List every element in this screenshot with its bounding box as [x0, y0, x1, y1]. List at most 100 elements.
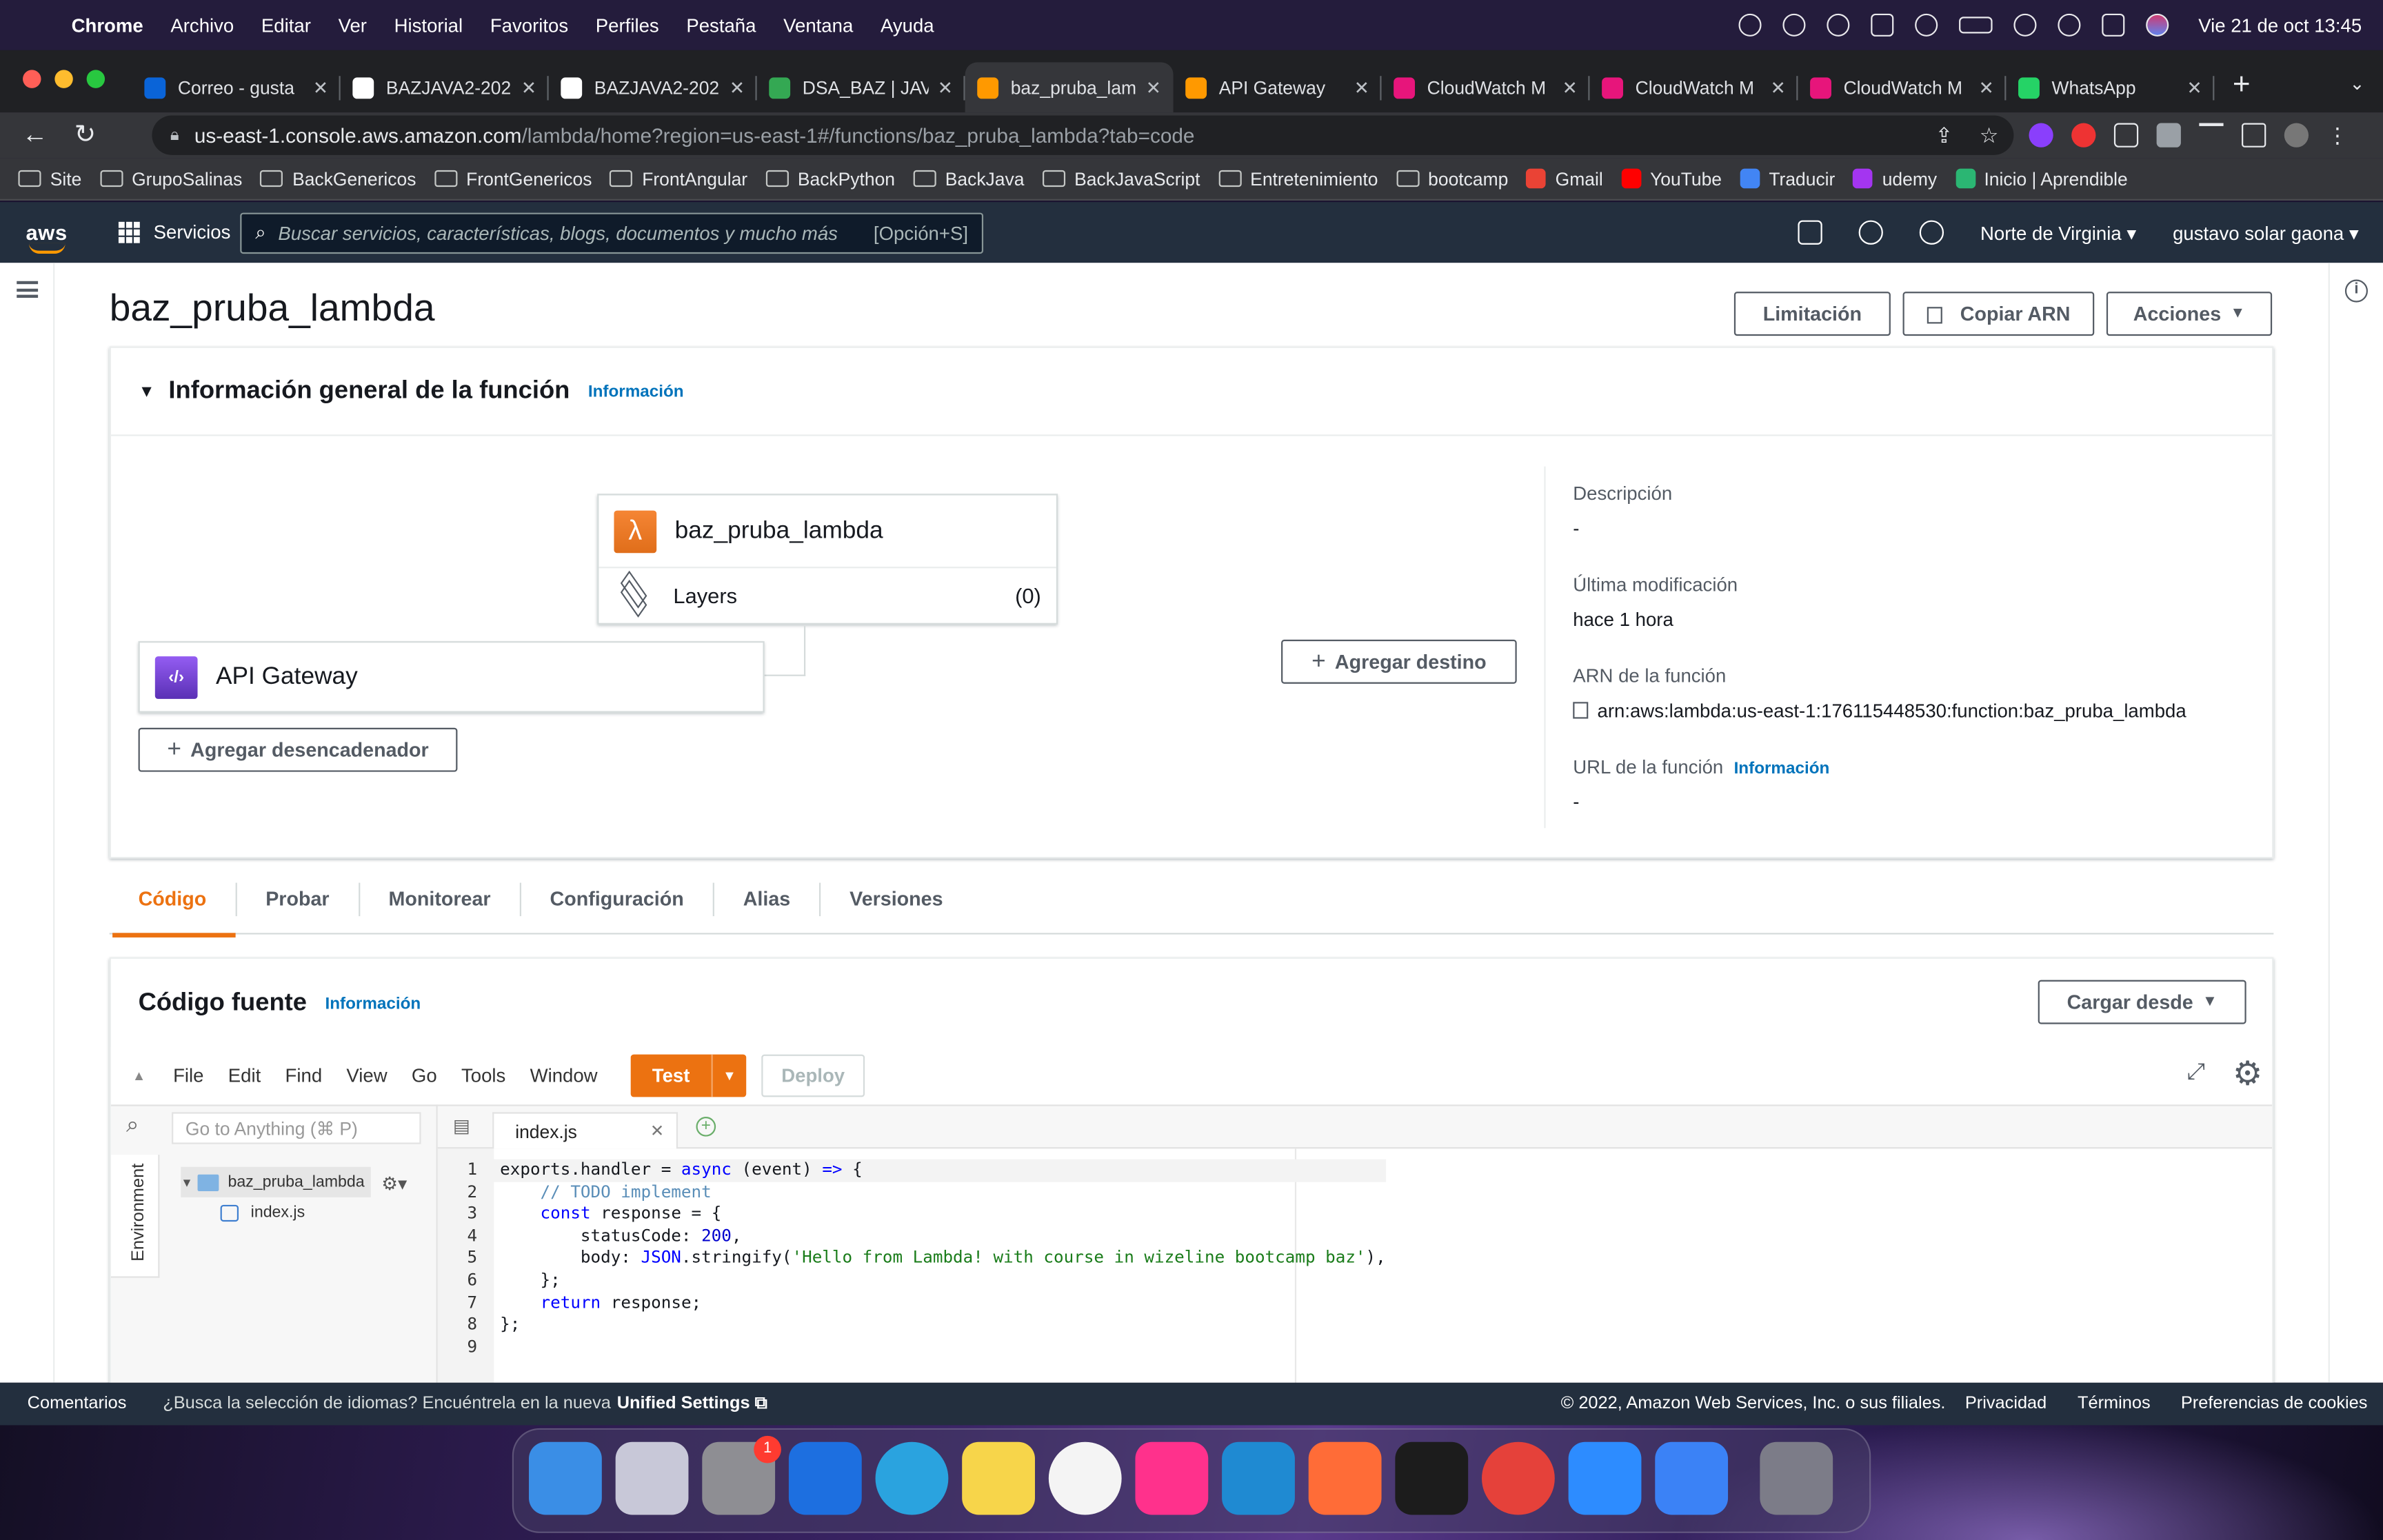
intellij-icon[interactable]	[1135, 1441, 1209, 1515]
close-tab-icon[interactable]: ✕	[650, 1122, 664, 1141]
test-dropdown-caret-icon[interactable]: ▼	[713, 1068, 746, 1083]
go-to-anything-input[interactable]: Go to Anything (⌘ P)	[172, 1112, 421, 1144]
ide-settings-gear-icon[interactable]: ⚙	[2233, 1055, 2262, 1094]
copy-arn-icon[interactable]	[1573, 702, 1589, 719]
aws-search-input[interactable]: ⌕ Buscar servicios, características, blo…	[240, 212, 984, 254]
notes-icon[interactable]	[962, 1441, 1035, 1515]
system-preferences-icon[interactable]: 1	[702, 1435, 781, 1515]
extensions-puzzle-icon[interactable]	[2156, 123, 2181, 148]
aws-logo[interactable]: aws	[26, 221, 71, 254]
code-source-info-link[interactable]: Información	[325, 995, 421, 1013]
zoom-window-button[interactable]	[86, 70, 105, 88]
ide-menu-go[interactable]: Go	[412, 1065, 437, 1086]
wifi-icon[interactable]	[2013, 13, 2036, 37]
menu-editar[interactable]: Editar	[261, 14, 311, 36]
siri-icon[interactable]	[2145, 13, 2169, 37]
vscode-icon[interactable]	[1222, 1441, 1295, 1515]
bookmark-item[interactable]: Site	[18, 168, 81, 189]
code-line[interactable]: 5 body: JSON.stringify('Hello from Lambd…	[438, 1248, 1385, 1270]
close-tab-icon[interactable]: ✕	[1562, 77, 1578, 98]
bookmark-item[interactable]: udemy	[1853, 168, 1937, 189]
extension-red-icon[interactable]	[2071, 123, 2096, 148]
vpn-status-icon[interactable]	[1782, 13, 1805, 37]
mongodb-compass-icon[interactable]	[1048, 1441, 1122, 1515]
extension-window-icon[interactable]	[2113, 123, 2139, 148]
bookmark-item[interactable]: BackJavaScript	[1042, 168, 1200, 189]
tab-probar[interactable]: Probar	[237, 882, 360, 915]
account-menu[interactable]: gustavo solar gaona ▾	[2173, 221, 2359, 244]
address-bar[interactable]: 🔒︎ us-east-1.console.aws.amazon.com/lamb…	[152, 115, 2014, 155]
browser-tab[interactable]: WhatsApp ✕	[2006, 62, 2215, 112]
tab-configuracion[interactable]: Configuración	[521, 882, 714, 915]
extension-purple-icon[interactable]	[2029, 123, 2053, 148]
browser-tab[interactable]: API Gateway ✕	[1174, 62, 1382, 112]
menu-chrome[interactable]: Chrome	[72, 14, 143, 36]
ide-menu-window[interactable]: Window	[530, 1065, 598, 1086]
tree-folder[interactable]: ▼ baz_pruba_lambda	[181, 1166, 371, 1197]
tab-codigo[interactable]: Código	[110, 882, 237, 937]
menu-ventana[interactable]: Ventana	[783, 14, 853, 36]
telegram-icon[interactable]	[875, 1441, 949, 1515]
reload-icon[interactable]: ↻	[70, 120, 100, 150]
folder-expand-icon[interactable]: ▼	[181, 1175, 192, 1189]
tree-settings-icon[interactable]: ⚙▾	[381, 1173, 407, 1195]
postman-icon[interactable]	[1308, 1441, 1382, 1515]
close-tab-icon[interactable]: ✕	[521, 77, 536, 98]
zoom-icon[interactable]	[1568, 1441, 1642, 1515]
share-icon[interactable]: ⇪	[1935, 122, 1953, 148]
bookmark-item[interactable]: BackPython	[765, 168, 895, 189]
bookmark-star-icon[interactable]: ☆	[1980, 122, 1999, 148]
code-editor[interactable]: ▤ index.js ✕ + 1 exports.handler = async …	[436, 1104, 2273, 1403]
ide-menu-edit[interactable]: Edit	[228, 1065, 261, 1086]
close-window-button[interactable]	[23, 70, 41, 88]
fullscreen-icon[interactable]: ⤢	[2187, 1059, 2205, 1084]
tab-monitorear[interactable]: Monitorear	[360, 882, 521, 915]
bookmark-item[interactable]: FrontGenericos	[434, 168, 592, 189]
browser-tab[interactable]: DSA_BAZ | JAV ✕	[757, 62, 965, 112]
back-icon[interactable]: ←	[20, 120, 50, 150]
code-line[interactable]: 7 return response;	[438, 1293, 1386, 1315]
bookmark-item[interactable]: Gmail	[1526, 168, 1603, 189]
play-status-icon[interactable]	[1914, 13, 1938, 37]
menu-archivo[interactable]: Archivo	[170, 14, 234, 36]
cloudshell-icon[interactable]	[1798, 220, 1822, 245]
test-button[interactable]: Test ▼	[630, 1054, 747, 1097]
feedback-link[interactable]: Comentarios	[28, 1395, 127, 1412]
code-lines[interactable]: 1 exports.handler = async (event) => {2 /…	[437, 1159, 1386, 1359]
collapse-caret-icon[interactable]: ▼	[139, 382, 155, 400]
terms-link[interactable]: Términos	[2078, 1395, 2151, 1412]
unified-settings-link[interactable]: Unified Settings ⧉	[617, 1394, 767, 1414]
close-tab-icon[interactable]: ✕	[1979, 77, 1994, 98]
actions-dropdown[interactable]: Acciones ▼	[2106, 292, 2273, 336]
browser-tab[interactable]: CloudWatch M ✕	[1798, 62, 2007, 112]
add-destination-button[interactable]: + Agregar destino	[1281, 639, 1517, 684]
code-line[interactable]: 1 exports.handler = async (event) => {	[437, 1159, 1386, 1182]
menu-favoritos[interactable]: Favoritos	[490, 14, 568, 36]
bookmark-item[interactable]: bootcamp	[1396, 168, 1508, 189]
menu-perfiles[interactable]: Perfiles	[596, 14, 659, 36]
cookie-preferences-link[interactable]: Preferencias de cookies	[2181, 1395, 2368, 1412]
telegram-status-icon[interactable]	[1738, 13, 1761, 37]
function-node[interactable]: λ baz_pruba_lambda Layers (0)	[597, 494, 1058, 625]
close-tab-icon[interactable]: ✕	[730, 77, 745, 98]
environment-tab[interactable]: Environment	[110, 1155, 160, 1278]
lock-icon[interactable]: 🔒︎	[170, 125, 179, 145]
search-files-icon[interactable]: ⌕	[126, 1112, 139, 1137]
browser-tab[interactable]: BAZJAVA2-202 ✕	[549, 62, 757, 112]
close-tab-icon[interactable]: ✕	[313, 77, 328, 98]
ide-menu-view[interactable]: View	[346, 1065, 387, 1086]
menu-historial[interactable]: Historial	[394, 14, 463, 36]
browser-tab[interactable]: CloudWatch M ✕	[1589, 62, 1798, 112]
profile-avatar[interactable]	[2284, 123, 2309, 148]
editor-tab-index-js[interactable]: index.js ✕	[492, 1112, 678, 1149]
url-info-link[interactable]: Información	[1734, 760, 1830, 778]
finder-icon[interactable]	[529, 1441, 602, 1515]
browser-tab[interactable]: BAZJAVA2-202 ✕	[341, 62, 549, 112]
help-icon[interactable]	[1919, 220, 1944, 245]
language-status-icon[interactable]	[1870, 13, 1893, 37]
control-center-icon[interactable]	[2101, 13, 2124, 37]
reading-list-icon[interactable]	[2199, 123, 2224, 148]
bookmark-item[interactable]: GrupoSalinas	[99, 168, 242, 189]
code-line[interactable]: 3 const response = {	[438, 1204, 1386, 1226]
todo-app-icon[interactable]	[1655, 1441, 1729, 1515]
